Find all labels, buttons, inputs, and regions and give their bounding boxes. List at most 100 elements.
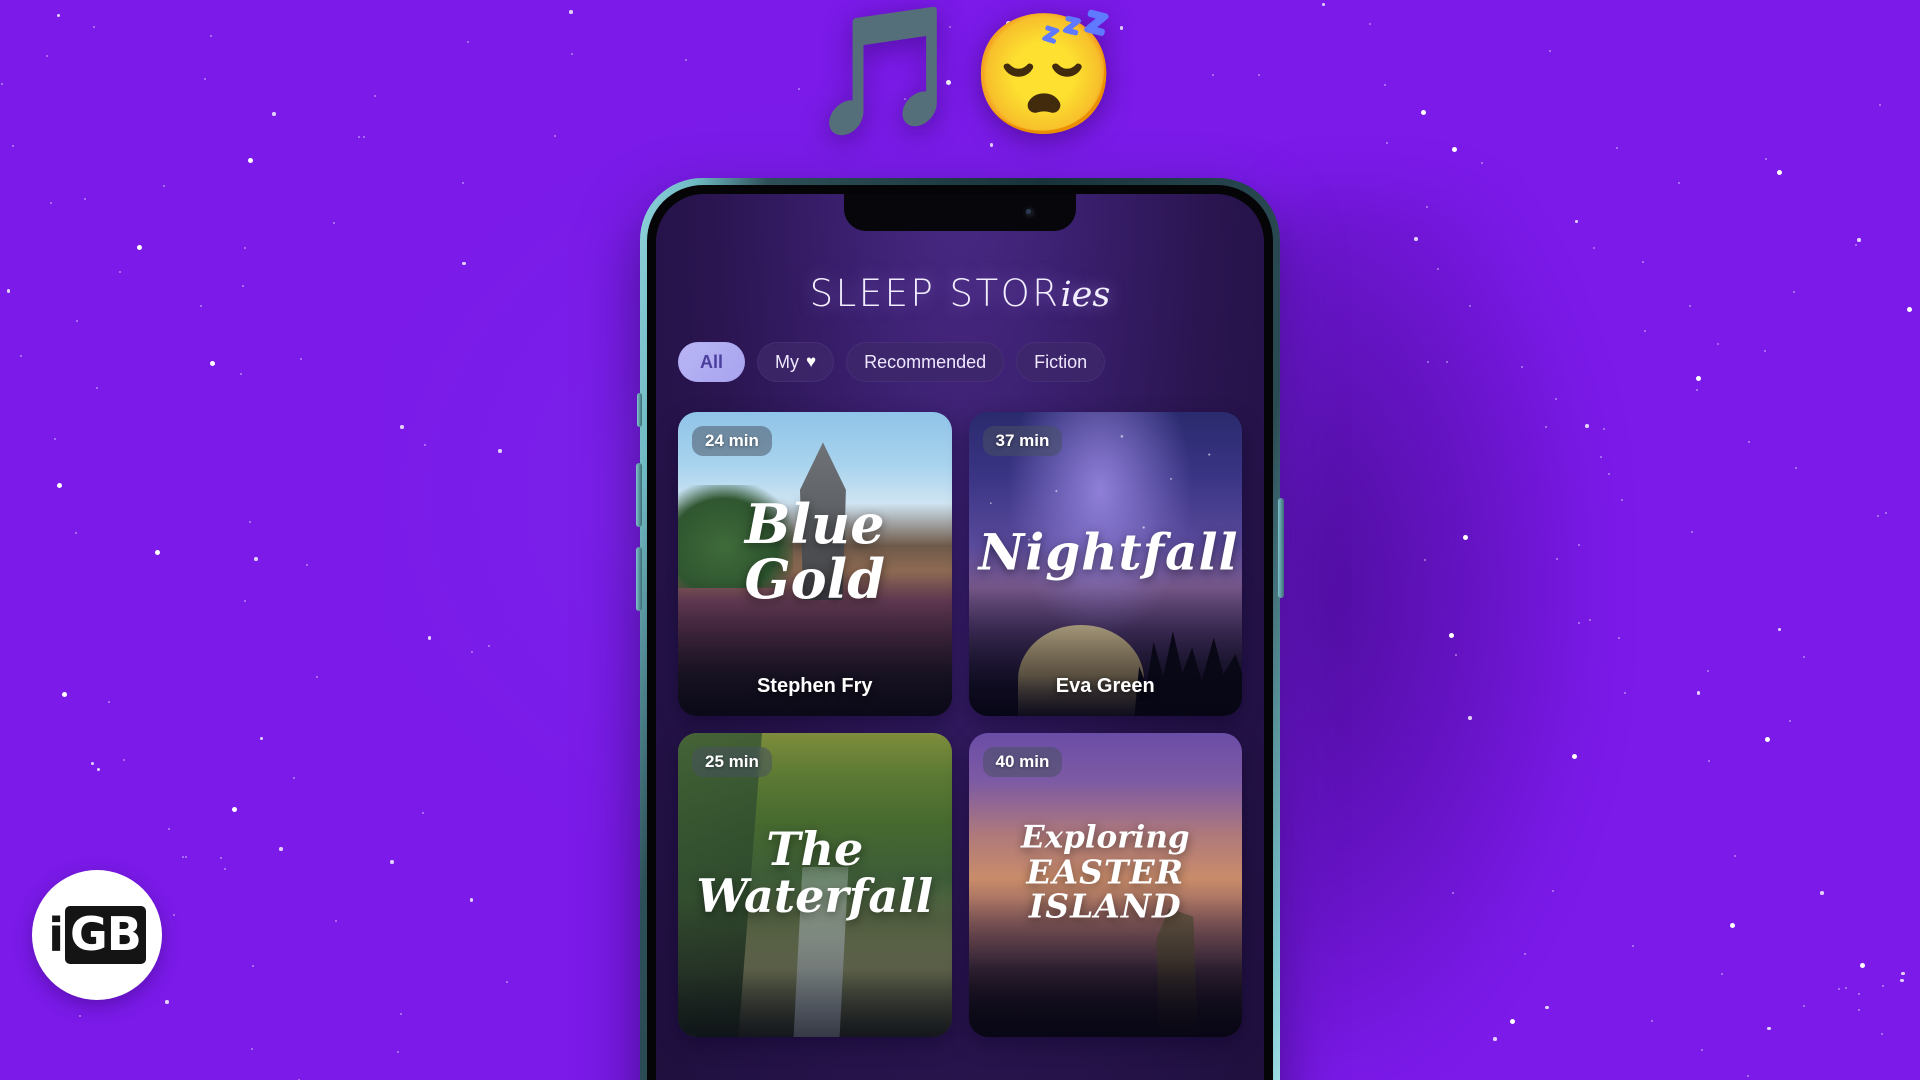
star: [49, 201, 52, 204]
filter-bar: All My ♥ Recommended Fiction: [678, 342, 1254, 382]
notch: [844, 194, 1076, 231]
star: [181, 856, 184, 859]
star: [467, 40, 470, 43]
volume-down-button[interactable]: [636, 547, 642, 611]
star: [1321, 2, 1326, 7]
star: [1455, 653, 1457, 656]
star: [1426, 360, 1429, 363]
star: [118, 270, 121, 273]
star: [1603, 428, 1606, 431]
star: [1599, 456, 1602, 459]
star: [334, 920, 337, 922]
star: [1707, 670, 1709, 673]
story-card[interactable]: 37 min Nightfall Eva Green: [968, 412, 1243, 716]
star: [136, 245, 142, 251]
star: [1700, 1049, 1703, 1052]
filter-chip-recommended-label: Recommended: [864, 351, 987, 372]
filter-chip-my-label: My: [775, 351, 800, 372]
star: [78, 1015, 81, 1017]
star: [685, 58, 688, 61]
star: [1776, 169, 1782, 175]
star: [20, 354, 23, 357]
star: [1615, 146, 1618, 149]
star: [163, 184, 165, 187]
star: [1556, 558, 1558, 561]
star: [423, 444, 426, 447]
star: [1445, 360, 1448, 363]
silent-switch[interactable]: [637, 393, 642, 427]
star: [1423, 559, 1426, 562]
star: [1901, 971, 1905, 976]
emoji-group: 🎵 😴: [808, 0, 1118, 141]
star: [1860, 962, 1866, 968]
star: [1451, 146, 1457, 152]
story-title: Blue Gold: [678, 496, 952, 611]
star: [61, 691, 67, 697]
star: [1844, 987, 1847, 990]
story-title-line2: Gold: [744, 546, 885, 611]
star: [1878, 103, 1881, 106]
story-card[interactable]: 24 min Blue Gold Stephen Fry: [678, 412, 952, 716]
star: [390, 860, 394, 864]
star: [231, 806, 237, 812]
hero-banner: 🎵 😴 SLEEP STORies All My ♥ Recommended F…: [0, 0, 1920, 1080]
filter-chip-my[interactable]: My ♥: [757, 342, 835, 382]
star: [1881, 1033, 1884, 1036]
star: [1777, 627, 1782, 632]
igb-logo-text: i GB: [48, 906, 146, 964]
star: [1689, 304, 1692, 307]
sleeping-face-emoji: 😴: [970, 9, 1118, 141]
story-title-line1: Exploring: [1020, 819, 1190, 856]
star: [45, 54, 48, 57]
star: [1468, 716, 1472, 720]
star: [1765, 158, 1768, 161]
filter-chip-all[interactable]: All: [678, 342, 746, 382]
star: [397, 1051, 400, 1054]
volume-up-button[interactable]: [636, 463, 642, 527]
power-button[interactable]: [1278, 498, 1284, 598]
star: [1876, 515, 1879, 518]
star: [1425, 205, 1428, 208]
star: [92, 26, 95, 28]
filter-chip-fiction[interactable]: Fiction: [1016, 342, 1106, 382]
star: [11, 144, 14, 147]
star: [1451, 892, 1454, 895]
phone-screen: SLEEP STORies All My ♥ Recommended Ficti…: [656, 194, 1264, 1080]
filter-chip-recommended[interactable]: Recommended: [846, 342, 1005, 382]
star: [53, 438, 56, 440]
filter-chip-all-label: All: [700, 351, 724, 372]
story-card[interactable]: 25 min The Waterfall: [678, 733, 952, 1037]
star: [1717, 343, 1720, 346]
star: [6, 289, 11, 293]
star: [373, 94, 376, 97]
star: [1881, 985, 1884, 988]
star: [1720, 973, 1723, 976]
star: [75, 532, 78, 534]
duration-badge: 25 min: [692, 747, 772, 777]
star: [219, 857, 222, 860]
star: [1631, 944, 1634, 947]
star: [1449, 633, 1455, 639]
star: [1436, 268, 1439, 271]
star: [1468, 304, 1471, 307]
star: [240, 373, 243, 376]
star: [241, 285, 244, 288]
star: [1695, 376, 1701, 382]
star: [1607, 472, 1610, 475]
star: [243, 247, 246, 250]
star: [1641, 261, 1644, 264]
star: [254, 557, 258, 561]
star: [96, 387, 99, 389]
star: [358, 136, 361, 138]
story-card[interactable]: 40 min Exploring EASTER ISLAND: [968, 733, 1242, 1037]
story-title: Nightfall: [969, 526, 1243, 577]
star: [1900, 978, 1904, 983]
star: [252, 965, 254, 968]
star: [553, 135, 556, 138]
star: [165, 1000, 169, 1004]
star: [989, 143, 994, 147]
star: [155, 550, 160, 556]
star: [798, 88, 801, 91]
musical-notes-emoji: 🎵: [808, 0, 965, 141]
star: [1623, 692, 1626, 695]
